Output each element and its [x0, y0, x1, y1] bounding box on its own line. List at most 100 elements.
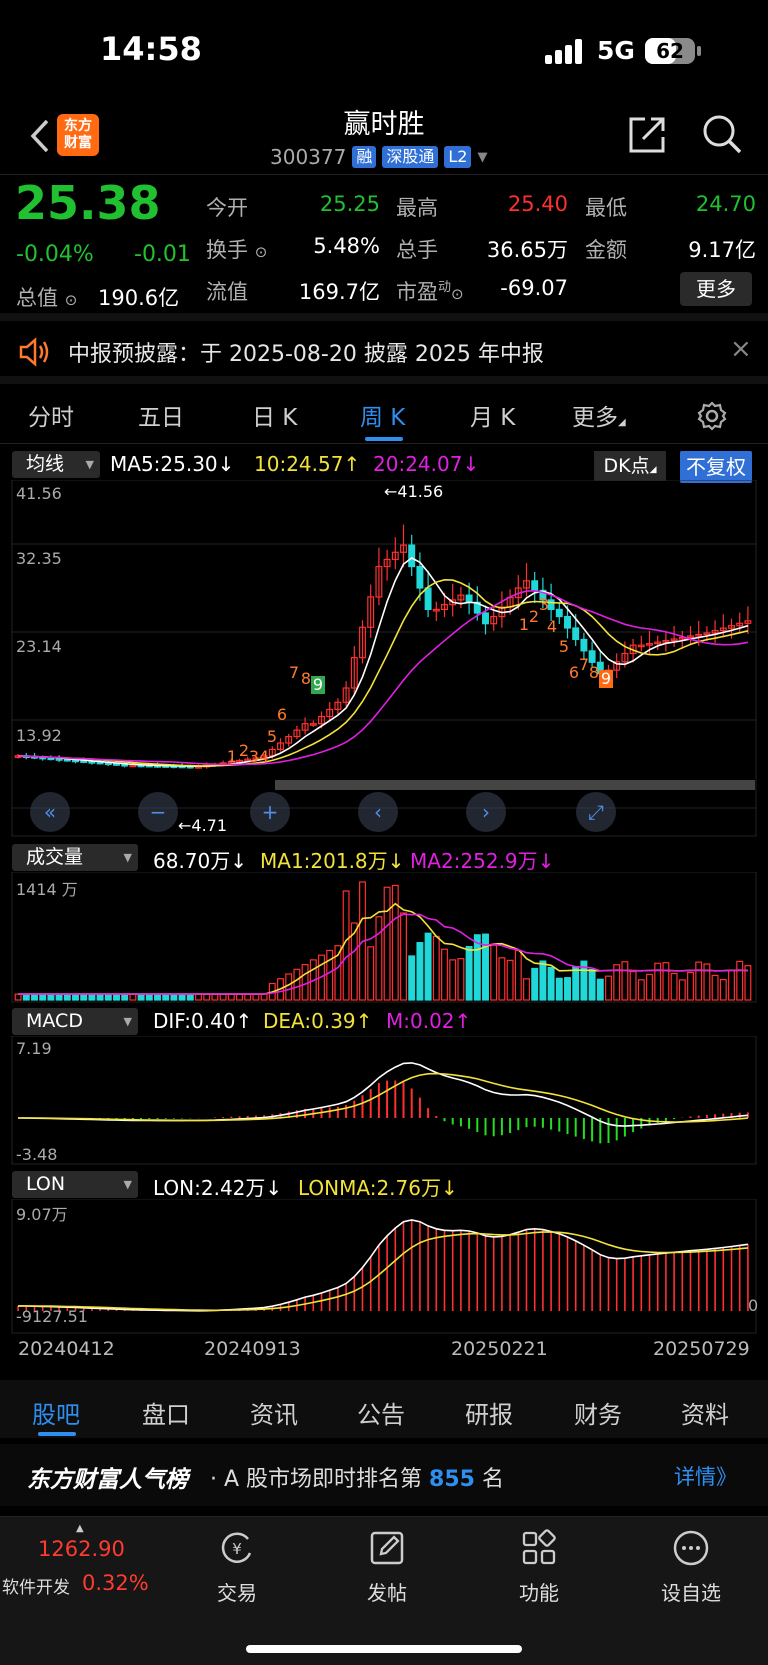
- vol-ma2-value: MA2:252.9万↓: [410, 849, 555, 873]
- volume-bar: [375, 916, 383, 1001]
- candle-body: [531, 580, 539, 591]
- high-value: 25.40: [507, 192, 568, 216]
- dif-value: DIF:0.40↑: [153, 1009, 253, 1033]
- volume-bar: [121, 993, 129, 1001]
- volume-bar: [531, 967, 539, 1001]
- volume-bar: [408, 955, 416, 1001]
- volume-bar: [211, 993, 219, 1001]
- float-value: 169.7亿: [298, 280, 380, 304]
- function-button[interactable]: 功能: [494, 1529, 584, 1606]
- volume-bar: [662, 962, 670, 1001]
- volume-bar: [137, 993, 145, 1001]
- ma-selector[interactable]: 均线 ▼: [12, 451, 100, 478]
- td-up-label: 9: [313, 675, 323, 694]
- rank-detail-link[interactable]: 详情》: [674, 1461, 737, 1491]
- chart-nav-icon: +: [262, 800, 279, 824]
- notice-text: 中报预披露：于 2025-08-20 披露 2025 年中报: [68, 342, 544, 367]
- low-price-mark: ←4.71: [178, 816, 228, 835]
- tab-more[interactable]: 更多◢: [572, 398, 626, 432]
- chart-nav-icon: ⤢: [588, 800, 604, 824]
- macd-m-value: M:0.02↑: [386, 1009, 472, 1033]
- post-button[interactable]: 发帖: [342, 1529, 432, 1606]
- info-icon: ⊙: [254, 243, 268, 261]
- volume-bar: [473, 934, 481, 1001]
- volume-bar: [703, 963, 711, 1001]
- volume-bar: [465, 945, 473, 1001]
- candle-body: [572, 627, 580, 641]
- chevron-down-icon[interactable]: ▼: [477, 150, 487, 165]
- tab-profile[interactable]: 资料: [681, 1395, 729, 1430]
- sector-name[interactable]: 软件开发: [2, 1573, 70, 1598]
- tab-guba[interactable]: 股吧: [32, 1395, 80, 1430]
- candle-body: [408, 544, 416, 568]
- volume-bar: [391, 884, 399, 1001]
- volume-bar: [432, 935, 440, 1001]
- float-label: 流值: [206, 280, 248, 304]
- search-icon[interactable]: [702, 114, 742, 154]
- stock-header: 东方 财富 赢时胜 300377 融 深股通 L2 ▼: [0, 100, 768, 175]
- sector-index-value[interactable]: 1262.90: [38, 1537, 125, 1561]
- volume-bar: [88, 993, 96, 1001]
- y-label-max: 41.56: [16, 484, 62, 503]
- add-watchlist-button[interactable]: 设自选: [646, 1529, 736, 1606]
- tab-announcements[interactable]: 公告: [357, 1395, 405, 1430]
- volume-bar: [416, 942, 424, 1001]
- notice-bar[interactable]: 中报预披露：于 2025-08-20 披露 2025 年中报 ×: [0, 322, 768, 384]
- gear-icon[interactable]: [696, 400, 728, 432]
- connect-tag: 深股通: [382, 146, 439, 168]
- volume-bar: [498, 957, 506, 1001]
- ma10-value: 10:24.57↑: [254, 452, 361, 476]
- volume-bar: [687, 971, 694, 1001]
- volume-bar: [490, 944, 498, 1001]
- svg-text:¥: ¥: [232, 1540, 242, 1558]
- volume-bar: [80, 993, 88, 1001]
- tab-daily-k[interactable]: 日 K: [252, 398, 297, 432]
- popularity-rank-bar[interactable]: 东方财富人气榜 · A 股市场即时排名第 855 名 详情》: [0, 1444, 768, 1506]
- battery-tip: [697, 46, 701, 56]
- active-tab-indicator: [38, 1432, 76, 1436]
- add-watchlist-icon: [673, 1530, 709, 1566]
- dea-value: DEA:0.39↑: [263, 1009, 373, 1033]
- share-icon[interactable]: [627, 115, 667, 155]
- volume-bar: [457, 958, 465, 1001]
- tab-weekly-k[interactable]: 周 K: [360, 398, 405, 432]
- td-down-label: 4: [547, 617, 557, 636]
- volume-bar: [195, 993, 202, 1001]
- ma10-line: [18, 578, 749, 767]
- ma20-value: 20:24.07↓: [373, 452, 480, 476]
- scroll-track: [275, 780, 755, 790]
- volume-bar: [728, 969, 735, 1001]
- no-adjust-button[interactable]: 不复权: [680, 451, 752, 483]
- tab-finance[interactable]: 财务: [574, 1395, 622, 1430]
- macd-indicator-row: MACD ▼ DIF:0.40↑ DEA:0.39↑ M:0.02↑: [0, 1006, 768, 1036]
- tab-intraday[interactable]: 分时: [28, 398, 74, 432]
- tab-news[interactable]: 资讯: [250, 1395, 298, 1430]
- chart-nav-icon: «: [44, 800, 56, 824]
- volume-bar: [186, 993, 194, 1001]
- candlestick-chart[interactable]: 1 2 3 4567 8 91 23456 7 8 9« − + ‹ › ⤢: [0, 480, 768, 840]
- volume-bar: [736, 960, 744, 1001]
- volume-bar: [367, 946, 375, 1001]
- close-icon[interactable]: ×: [730, 334, 752, 364]
- l2-tag: L2: [444, 146, 472, 168]
- low-label: 最低: [585, 196, 627, 220]
- volume-bar: [219, 993, 227, 1001]
- tab-pankou[interactable]: 盘口: [142, 1395, 190, 1430]
- lon-selector[interactable]: LON ▼: [12, 1171, 138, 1198]
- volume-selector[interactable]: 成交量 ▼: [12, 844, 138, 871]
- volume-bar: [47, 993, 55, 1001]
- macd-y-top: 7.19: [16, 1039, 52, 1058]
- lon-line: [18, 1219, 749, 1312]
- tab-monthly-k[interactable]: 月 K: [470, 398, 515, 432]
- tab-five-day[interactable]: 五日: [138, 398, 184, 432]
- volume-bar: [63, 993, 71, 1001]
- trade-button[interactable]: ¥ 交易: [192, 1529, 282, 1606]
- tab-research[interactable]: 研报: [465, 1395, 513, 1430]
- amount-label: 金额: [585, 238, 627, 262]
- td-up-label: 4: [259, 747, 269, 766]
- macd-selector[interactable]: MACD ▼: [12, 1008, 138, 1035]
- battery-icon: 62: [645, 38, 695, 64]
- dk-point-button[interactable]: DK点◢: [594, 451, 666, 481]
- y-label-2: 32.35: [16, 549, 62, 568]
- more-button[interactable]: 更多: [680, 272, 752, 306]
